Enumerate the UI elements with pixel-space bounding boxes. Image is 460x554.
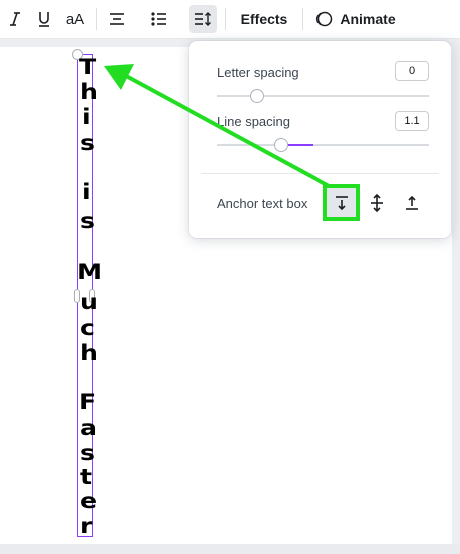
text-char: s xyxy=(80,209,95,233)
underline-icon xyxy=(39,12,49,27)
toolbar-divider xyxy=(225,8,226,30)
bottom-scrollbar[interactable] xyxy=(0,544,460,554)
text-char: t xyxy=(80,465,93,489)
text-char: e xyxy=(80,489,98,513)
case-button[interactable]: aA xyxy=(62,5,88,33)
spacing-popover: Letter spacing 0 Line spacing 1.1 Anchor… xyxy=(189,41,451,238)
anchor-bottom-button[interactable] xyxy=(396,187,428,219)
line-spacing-input[interactable]: 1.1 xyxy=(395,111,429,131)
toolbar-divider xyxy=(96,8,97,30)
letter-spacing-track[interactable] xyxy=(217,95,429,97)
line-spacing-label: Line spacing xyxy=(217,114,290,129)
line-spacing-slider-thumb[interactable] xyxy=(273,138,288,152)
text-char: r xyxy=(80,514,93,538)
anchor-middle-button[interactable] xyxy=(361,187,393,219)
italic-icon xyxy=(10,12,20,26)
italic-button[interactable] xyxy=(4,5,26,33)
text-char: u xyxy=(80,290,98,314)
letter-spacing-label: Letter spacing xyxy=(217,65,299,80)
text-char: h xyxy=(80,341,98,365)
effects-button[interactable]: Effects xyxy=(235,5,293,33)
text-char: F xyxy=(79,390,97,414)
toolbar-divider xyxy=(302,8,303,30)
letter-spacing-slider-thumb[interactable] xyxy=(250,89,265,103)
anchor-middle-icon xyxy=(371,194,383,212)
animate-label: Animate xyxy=(340,11,396,27)
align-center-icon xyxy=(110,13,124,25)
underline-button[interactable] xyxy=(33,5,55,33)
text-char: a xyxy=(80,416,98,440)
animate-icon xyxy=(316,11,333,27)
text-char: c xyxy=(80,316,95,340)
popover-divider xyxy=(201,173,439,174)
list-button[interactable] xyxy=(146,5,172,33)
line-spacing-track[interactable] xyxy=(217,144,429,146)
bullet-list-icon xyxy=(151,12,166,26)
letter-spacing-input[interactable]: 0 xyxy=(395,61,429,81)
anchor-text-box-label: Anchor text box xyxy=(217,196,308,211)
text-char: s xyxy=(80,441,95,465)
spacing-icon xyxy=(195,12,211,26)
text-char: s xyxy=(80,131,95,155)
annotation-highlight-box xyxy=(323,184,360,221)
text-char: h xyxy=(80,80,98,104)
text-toolbar: aA Effects Animate xyxy=(0,0,460,39)
text-char: i xyxy=(82,105,91,129)
text-char: M xyxy=(77,260,103,284)
align-button[interactable] xyxy=(104,5,130,33)
spacing-button[interactable] xyxy=(189,5,217,33)
text-char: i xyxy=(82,180,91,204)
text-char: T xyxy=(79,55,97,79)
anchor-bottom-icon xyxy=(406,195,418,210)
animate-button[interactable]: Animate xyxy=(312,5,398,33)
